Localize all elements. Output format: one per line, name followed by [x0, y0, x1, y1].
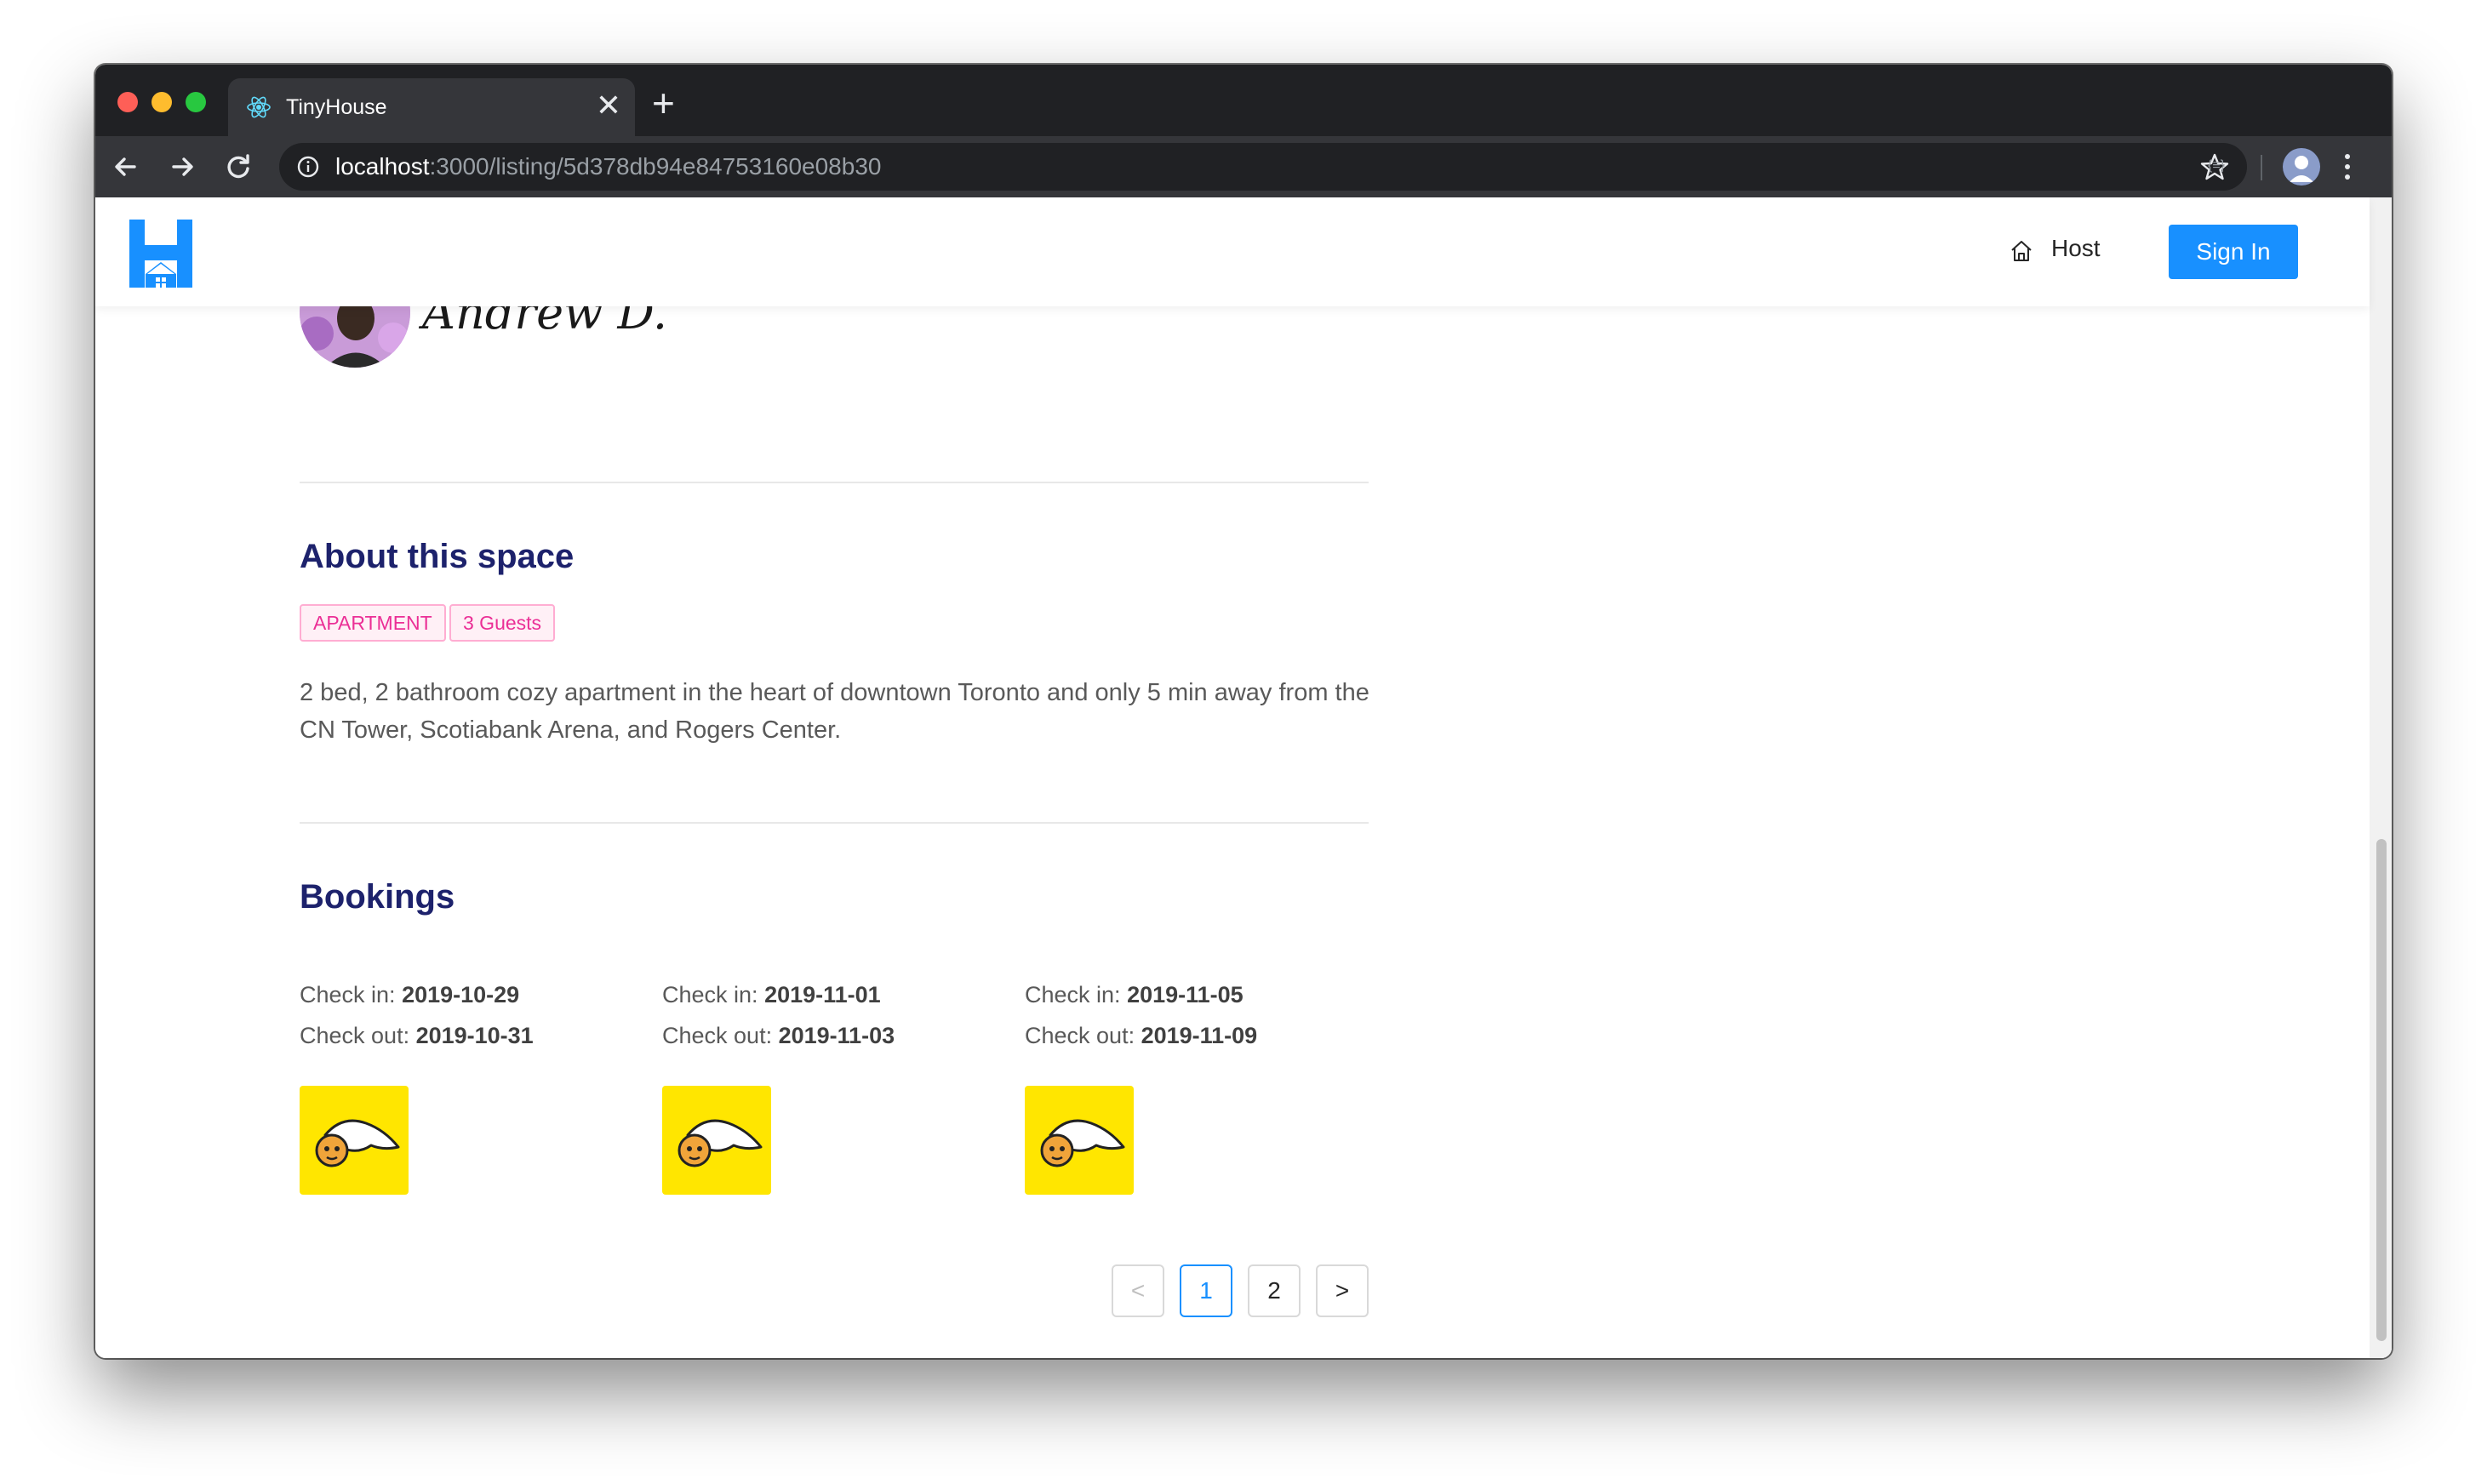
check-out-label: Check out: — [662, 1023, 779, 1048]
tag-guests: 3 Guests — [449, 604, 556, 642]
sign-in-button[interactable]: Sign In — [2169, 225, 2298, 279]
toolbar-separator — [2261, 155, 2262, 180]
url-text: localhost:3000/listing/5d378db94e8475316… — [335, 153, 881, 180]
check-in-label: Check in: — [300, 982, 403, 1007]
browser-tab[interactable]: TinyHouse ✕ — [228, 78, 635, 136]
pagination-page-2[interactable]: 2 — [1248, 1264, 1301, 1317]
tag-property-type: APARTMENT — [300, 604, 446, 642]
back-arrow-icon[interactable] — [107, 148, 145, 186]
tinyhouse-logo-icon[interactable] — [129, 220, 192, 288]
address-bar[interactable]: localhost:3000/listing/5d378db94e8475316… — [279, 143, 2247, 191]
check-in-text: Check in: 2019-10-29 — [300, 982, 519, 1008]
pagination-prev-button[interactable]: < — [1112, 1264, 1164, 1317]
react-icon — [247, 96, 271, 118]
home-icon — [2011, 241, 2032, 261]
page-viewport: Host Sign In Andrew D. About this space … — [95, 197, 2392, 1358]
reload-icon[interactable] — [220, 148, 257, 186]
bookings-heading: Bookings — [300, 878, 455, 916]
profile-picture-icon — [2283, 148, 2320, 186]
tenant-avatar-icon — [315, 1119, 400, 1167]
profile-avatar[interactable] — [2283, 148, 2320, 186]
about-heading: About this space — [300, 538, 575, 575]
section-divider — [300, 482, 1369, 483]
tenant-avatar-icon — [1040, 1119, 1125, 1167]
check-in-text: Check in: 2019-11-01 — [662, 982, 881, 1008]
tenant-avatar[interactable] — [1025, 1086, 1134, 1195]
maximize-window-button[interactable] — [186, 92, 206, 112]
check-in-date: 2019-11-01 — [764, 982, 881, 1007]
check-in-date: 2019-10-29 — [402, 982, 520, 1007]
pagination-next-button[interactable]: > — [1316, 1264, 1369, 1317]
tenant-avatar[interactable] — [300, 1086, 409, 1195]
check-out-text: Check out: 2019-11-03 — [662, 1023, 895, 1049]
close-window-button[interactable] — [117, 92, 138, 112]
url-path: :3000/listing/5d378db94e84753160e08b30 — [429, 153, 882, 180]
app-header: Host Sign In — [95, 197, 2370, 306]
check-out-text: Check out: 2019-10-31 — [300, 1023, 534, 1049]
url-host: localhost — [335, 153, 430, 180]
forward-arrow-icon[interactable] — [163, 148, 201, 186]
more-menu-icon[interactable] — [2342, 150, 2353, 184]
section-divider — [300, 822, 1369, 824]
check-out-label: Check out: — [300, 1023, 416, 1048]
tab-title: TinyHouse — [286, 95, 387, 119]
tenant-avatar[interactable] — [662, 1086, 771, 1195]
check-out-label: Check out: — [1025, 1023, 1141, 1048]
tenant-avatar-icon — [677, 1119, 763, 1167]
check-out-date: 2019-10-31 — [415, 1023, 534, 1048]
check-out-date: 2019-11-03 — [778, 1023, 895, 1048]
check-out-date: 2019-11-09 — [1141, 1023, 1258, 1048]
check-in-label: Check in: — [1025, 982, 1128, 1007]
listing-description: 2 bed, 2 bathroom cozy apartment in the … — [300, 679, 1369, 744]
browser-window: TinyHouse ✕ + localhost:3000/listing/5d3… — [95, 65, 2392, 1358]
extension-icon[interactable]: {≡} — [2208, 158, 2225, 174]
new-tab-button[interactable]: + — [652, 83, 675, 123]
info-icon[interactable] — [296, 155, 320, 179]
browser-tab-strip: TinyHouse ✕ + — [95, 65, 2392, 136]
host-label: Host — [2051, 235, 2101, 261]
check-in-text: Check in: 2019-11-05 — [1025, 982, 1244, 1008]
scrollbar-thumb[interactable] — [2376, 839, 2387, 1341]
pagination-page-1[interactable]: 1 — [1180, 1264, 1232, 1317]
close-icon[interactable]: ✕ — [596, 88, 621, 123]
browser-toolbar: localhost:3000/listing/5d378db94e8475316… — [95, 136, 2392, 197]
check-out-text: Check out: 2019-11-09 — [1025, 1023, 1257, 1049]
minimize-window-button[interactable] — [152, 92, 172, 112]
check-in-label: Check in: — [662, 982, 765, 1007]
check-in-date: 2019-11-05 — [1127, 982, 1244, 1007]
